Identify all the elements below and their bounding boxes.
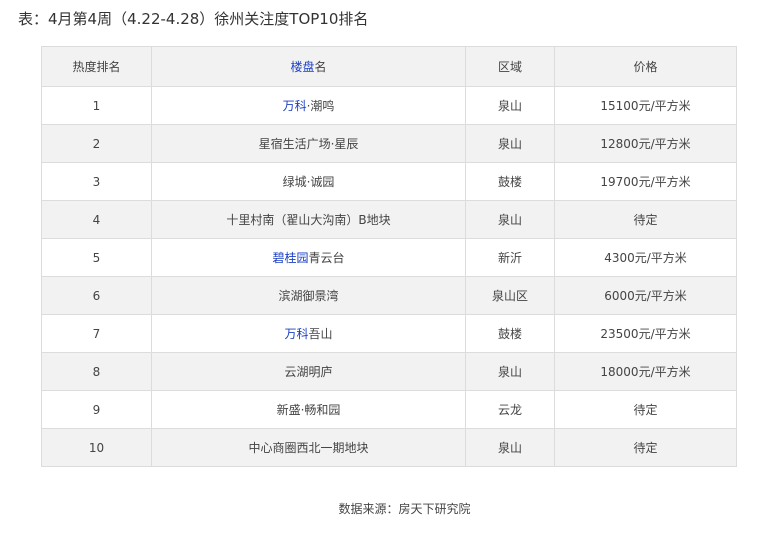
cell-price: 19700元/平方米 [554,162,737,201]
source-text: 数据来源：房天下研究院 [338,502,471,516]
page-title: 表：4月第4周（4.22-4.28）徐州关注度TOP10排名 [18,10,369,28]
cell-price: 6000元/平方米 [554,276,737,315]
cell-rank: 2 [41,124,152,163]
project-name: 青云台 [308,251,345,265]
header-price: 价格 [554,46,737,87]
table-row: 3 绿城·诚园 鼓楼 19700元/平方米 [41,162,737,201]
cell-price: 15100元/平方米 [554,86,737,125]
project-link[interactable]: 万科 [284,327,308,341]
table-header-row: 热度排名 楼盘名 区域 价格 [41,46,737,87]
cell-district: 新沂 [465,238,555,277]
project-name: 新盛·畅和园 [276,403,341,417]
header-rank: 热度排名 [41,46,152,87]
source-note: 数据来源：房天下研究院 [0,500,759,518]
project-name: 吾山 [308,327,333,341]
cell-price: 待定 [554,428,737,467]
header-name-suffix: 名 [314,60,327,74]
cell-rank: 3 [41,162,152,201]
cell-price: 待定 [554,200,737,239]
cell-district: 泉山 [465,428,555,467]
cell-rank: 1 [41,86,152,125]
cell-name: 碧桂园青云台 [151,238,466,277]
cell-district: 泉山 [465,352,555,391]
cell-price: 待定 [554,390,737,429]
table-row: 6 滨湖御景湾 泉山区 6000元/平方米 [41,276,737,315]
cell-name: 云湖明庐 [151,352,466,391]
cell-name: 万科吾山 [151,314,466,353]
header-district: 区域 [465,46,555,87]
table-row: 7 万科吾山 鼓楼 23500元/平方米 [41,314,737,353]
project-name: 云湖明庐 [284,365,333,379]
project-name: ·潮鸣 [306,99,335,113]
cell-price: 12800元/平方米 [554,124,737,163]
project-link[interactable]: 万科 [283,99,307,113]
cell-rank: 10 [41,428,152,467]
cell-price: 18000元/平方米 [554,352,737,391]
project-name: 滨湖御景湾 [278,289,339,303]
cell-name: 十里村南（翟山大沟南）B地块 [151,200,466,239]
cell-district: 鼓楼 [465,314,555,353]
cell-rank: 4 [41,200,152,239]
cell-district: 泉山 [465,124,555,163]
table-row: 1 万科·潮鸣 泉山 15100元/平方米 [41,86,737,125]
table-row: 5 碧桂园青云台 新沂 4300元/平方米 [41,238,737,277]
table-row: 8 云湖明庐 泉山 18000元/平方米 [41,352,737,391]
cell-name: 新盛·畅和园 [151,390,466,429]
table-row: 2 星宿生活广场·星辰 泉山 12800元/平方米 [41,124,737,163]
project-name: 十里村南（翟山大沟南）B地块 [226,213,391,227]
ranking-table: 热度排名 楼盘名 区域 价格 1 万科·潮鸣 泉山 15100元/平方米 2 星… [41,46,737,467]
cell-name: 万科·潮鸣 [151,86,466,125]
cell-district: 鼓楼 [465,162,555,201]
cell-district: 泉山 [465,200,555,239]
cell-district: 云龙 [465,390,555,429]
cell-rank: 5 [41,238,152,277]
cell-rank: 9 [41,390,152,429]
cell-rank: 6 [41,276,152,315]
header-name: 楼盘名 [151,46,466,87]
cell-name: 绿城·诚园 [151,162,466,201]
cell-price: 23500元/平方米 [554,314,737,353]
project-name: 中心商圈西北一期地块 [248,441,369,455]
project-name: 绿城·诚园 [282,175,335,189]
project-link[interactable]: 碧桂园 [272,251,308,265]
table-row: 4 十里村南（翟山大沟南）B地块 泉山 待定 [41,200,737,239]
cell-rank: 8 [41,352,152,391]
cell-district: 泉山 [465,86,555,125]
project-name: 星宿生活广场·星辰 [258,137,359,151]
cell-price: 4300元/平方米 [554,238,737,277]
cell-district: 泉山区 [465,276,555,315]
cell-rank: 7 [41,314,152,353]
header-name-link[interactable]: 楼盘 [290,60,314,74]
table-row: 9 新盛·畅和园 云龙 待定 [41,390,737,429]
cell-name: 中心商圈西北一期地块 [151,428,466,467]
table-row: 10 中心商圈西北一期地块 泉山 待定 [41,428,737,467]
cell-name: 滨湖御景湾 [151,276,466,315]
cell-name: 星宿生活广场·星辰 [151,124,466,163]
